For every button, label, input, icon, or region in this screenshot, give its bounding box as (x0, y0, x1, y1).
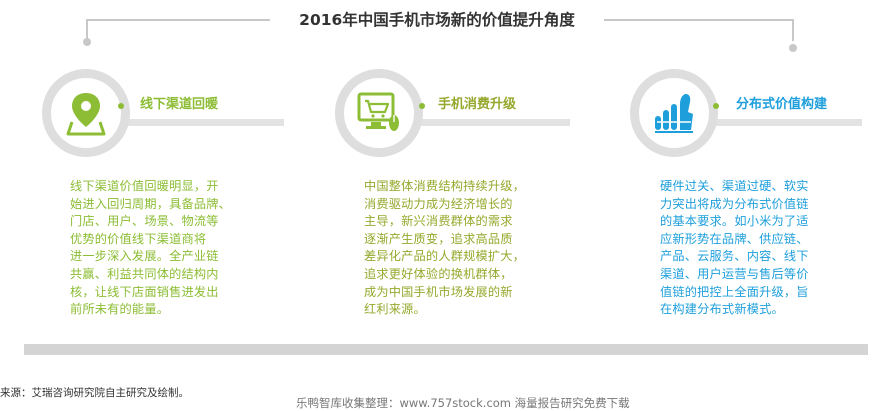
text-line: 进一步深入发展。全产业链 (70, 249, 219, 264)
watermark-text: 乐鸭智库收集整理：www.757stock.com 海量报告研究免费下载 (296, 396, 630, 410)
text-line: 主导，新兴消费群体的需求 (364, 214, 513, 229)
page-title: 2016年中国手机市场新的价值提升角度 (270, 8, 604, 32)
text-line: 产品、云服务、内容、线下 (660, 249, 809, 264)
label-dot-3 (713, 103, 719, 109)
text-line: 始进入回归周期，具备品牌、 (70, 196, 232, 211)
text-line: 前所未有的能量。 (70, 302, 170, 317)
location-pin-icon (56, 83, 116, 143)
text-line: 共赢、利益共同体的结构内 (70, 266, 219, 281)
text-line: 红利来源。 (364, 302, 426, 317)
text-line: 硬件过关、渠道过硬、软实 (660, 179, 809, 193)
text-line: 成为中国手机市场发展的新 (364, 284, 513, 299)
label-dot-2 (419, 103, 425, 109)
column-text-2: 中国整体消费结构持续升级， 消费驱动力成为经济增长的 主导，新兴消费群体的需求 … (364, 178, 525, 319)
bar-hand-icon (644, 83, 704, 143)
icon-ring-3 (630, 69, 718, 157)
text-line: 线下渠道价值回暖明显，开 (70, 179, 219, 193)
text-line: 的基本要求。如小米为了适 (660, 214, 809, 229)
text-line: 逐渐产生质变，追求高品质 (364, 231, 513, 246)
label-dot-1 (118, 103, 124, 109)
source-note: 来源：艾瑞咨询研究院自主研究及绘制。 (0, 387, 189, 399)
title-bracket-left-dot (83, 38, 91, 46)
column-text-3: 硬件过关、渠道过硬、软实 力突出将成为分布式价值链 的基本要求。如小米为了适 应… (660, 178, 809, 319)
column-text-1: 线下渠道价值回暖明显，开 始进入回归周期，具备品牌、 门店、用户、场景、物流等 … (70, 178, 231, 319)
icon-ring-1 (42, 69, 130, 157)
text-line: 差异化产品的人群规模扩大， (364, 249, 526, 264)
column-label-3: 分布式价值构建 (736, 97, 828, 112)
text-line: 核，让线下店面销售进发出 (70, 284, 219, 299)
text-line: 中国整体消费结构持续升级， (364, 179, 526, 193)
text-line: 追求更好体验的换机群体， (364, 266, 513, 281)
title-bracket-right-vertical (792, 19, 794, 41)
column-label-2: 手机消费升级 (438, 97, 517, 112)
text-line: 门店、用户、场景、物流等 (70, 214, 219, 229)
title-bracket-right-horizontal (602, 19, 793, 21)
shopping-cart-monitor-icon (349, 83, 409, 143)
bottom-divider-bar (24, 344, 868, 355)
text-line: 优势的价值线下渠道商将 (70, 231, 207, 246)
text-line: 在构建分布式新模式。 (660, 302, 784, 317)
text-line: 消费驱动力成为经济增长的 (364, 196, 513, 211)
title-bracket-right-dot (789, 44, 797, 52)
title-bracket-left-horizontal (86, 19, 272, 21)
icon-ring-2 (335, 69, 423, 157)
text-line: 值链的把控上全面升级，旨 (660, 284, 809, 299)
text-line: 力突出将成为分布式价值链 (660, 196, 809, 211)
column-label-1: 线下渠道回暖 (140, 97, 219, 112)
text-line: 应新形势在品牌、供应链、 (660, 231, 809, 246)
text-line: 渠道、用户运营与售后等价 (660, 266, 809, 281)
